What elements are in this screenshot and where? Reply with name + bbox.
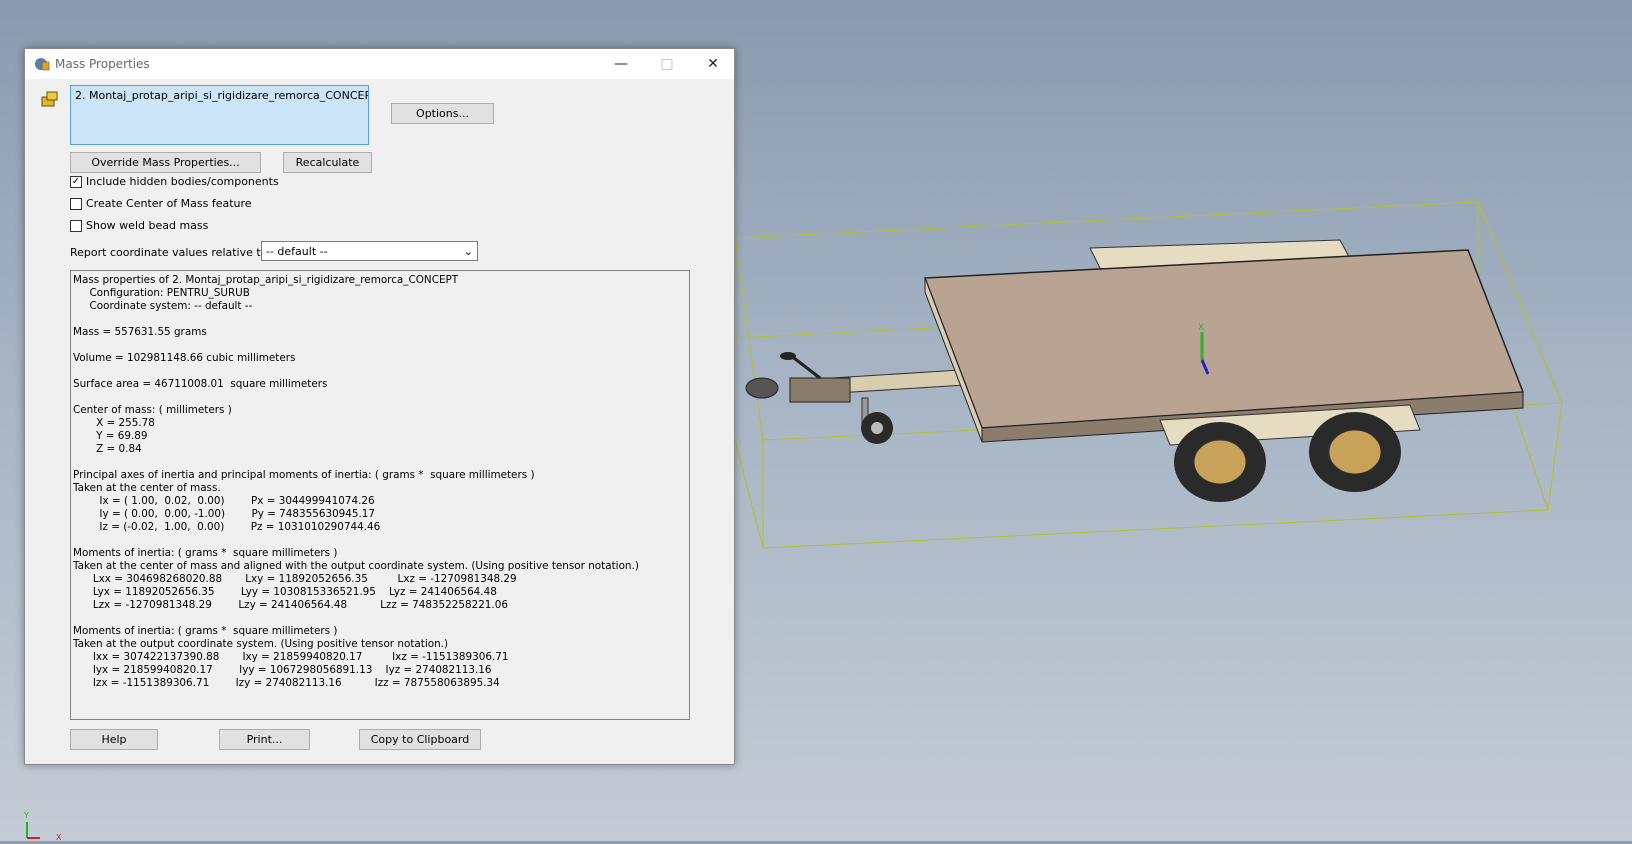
coordinate-system-value: -- default --: [266, 244, 328, 258]
coordinate-system-select[interactable]: -- default -- ⌄: [261, 241, 478, 261]
print-button[interactable]: Print...: [219, 729, 310, 750]
copy-to-clipboard-button[interactable]: Copy to Clipboard: [359, 729, 481, 750]
triad-y-label: Y: [23, 811, 29, 820]
reference-triad: Y X: [23, 811, 62, 842]
mass-properties-dialog: Mass Properties — □ ✕ 2. Montaj_protap_a…: [24, 48, 735, 765]
title-bar[interactable]: Mass Properties — □ ✕: [25, 49, 734, 79]
dialog-title: Mass Properties: [55, 57, 150, 71]
coupling-head: [745, 352, 851, 403]
create-com-checkbox-row[interactable]: Create Center of Mass feature: [70, 197, 252, 210]
create-com-checkbox[interactable]: [70, 197, 82, 210]
create-com-label: Create Center of Mass feature: [86, 197, 252, 210]
include-hidden-checkbox[interactable]: ✓: [70, 175, 82, 188]
front-wheel: [1309, 412, 1401, 492]
jockey-wheel: [861, 397, 893, 444]
maximize-icon[interactable]: □: [644, 49, 690, 79]
override-mass-properties-button[interactable]: Override Mass Properties...: [70, 152, 261, 173]
chevron-down-icon: ⌄: [463, 244, 473, 258]
results-text-area[interactable]: Mass properties of 2. Montaj_protap_arip…: [70, 270, 690, 720]
options-button[interactable]: Options...: [391, 103, 494, 124]
results-text: Mass properties of 2. Montaj_protap_arip…: [73, 274, 639, 689]
weld-bead-label: Show weld bead mass: [86, 219, 209, 232]
rear-wheel: [1174, 422, 1266, 502]
recalculate-button[interactable]: Recalculate: [283, 152, 372, 173]
coordinate-label: Report coordinate values relative to:: [70, 246, 272, 259]
triad-x-label: X: [56, 833, 62, 841]
selected-items-list[interactable]: 2. Montaj_protap_aripi_si_rigidizare_rem…: [70, 85, 369, 145]
include-hidden-checkbox-row[interactable]: ✓ Include hidden bodies/components: [70, 175, 279, 188]
weld-bead-checkbox[interactable]: [70, 219, 82, 232]
close-icon[interactable]: ✕: [690, 49, 736, 79]
include-hidden-label: Include hidden bodies/components: [86, 175, 279, 188]
help-button[interactable]: Help: [70, 729, 158, 750]
com-label: X: [1198, 323, 1204, 333]
assembly-icon: [41, 91, 58, 107]
weld-bead-checkbox-row[interactable]: Show weld bead mass: [70, 219, 208, 232]
mass-properties-icon: [35, 58, 50, 71]
minimize-icon[interactable]: —: [598, 49, 644, 79]
selected-item[interactable]: 2. Montaj_protap_aripi_si_rigidizare_rem…: [75, 89, 368, 102]
